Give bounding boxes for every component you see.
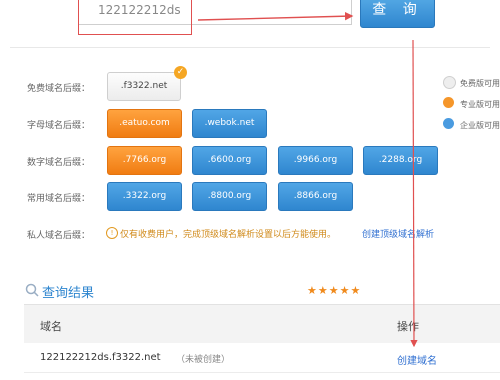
row-label-private: 私人域名后缀： bbox=[27, 231, 91, 241]
chip-webok-net[interactable]: .webok.net bbox=[192, 109, 267, 138]
row-label-common: 常用域名后缀： bbox=[27, 194, 91, 204]
result-status: （未被创建） bbox=[176, 355, 231, 365]
chip-9966-org[interactable]: .9966.org bbox=[278, 146, 353, 175]
arrow-to-create-domain bbox=[410, 39, 418, 348]
legend-free: 免费版可用 bbox=[460, 79, 500, 88]
legend-enterprise: 企业版可用 bbox=[460, 121, 500, 130]
chip-f3322-net[interactable]: .f3322.net bbox=[107, 72, 181, 101]
chip-8866-org[interactable]: .8866.org bbox=[278, 182, 353, 211]
chip-6600-org[interactable]: .6600.org bbox=[192, 146, 267, 175]
checkmark-icon: ✓ bbox=[174, 66, 187, 79]
annotation-highlight-box bbox=[78, 0, 192, 35]
search-icon bbox=[25, 283, 39, 297]
create-domain-link[interactable]: 创建域名 bbox=[397, 352, 437, 367]
chip-8800-org[interactable]: .8800.org bbox=[192, 182, 267, 211]
row-label-letter: 字母域名后缀： bbox=[27, 121, 91, 131]
results-table-header bbox=[24, 305, 500, 343]
info-icon: ! bbox=[106, 227, 118, 239]
column-header-domain: 域名 bbox=[40, 320, 62, 333]
legend-pro: 专业版可用 bbox=[460, 100, 500, 109]
private-notice: 仅有收费用户，完成顶级域名解析设置以后方能使用。 bbox=[120, 230, 337, 240]
chip-eatuo-com[interactable]: .eatuo.com bbox=[107, 109, 182, 138]
column-header-action: 操作 bbox=[397, 320, 419, 333]
chip-2288-org[interactable]: .2288.org bbox=[363, 146, 438, 175]
divider bbox=[24, 372, 500, 373]
search-button[interactable]: 查 询 bbox=[360, 0, 435, 28]
chip-3322-org[interactable]: .3322.org bbox=[107, 182, 182, 211]
row-label-free: 免费域名后缀： bbox=[27, 84, 91, 94]
legend-dot-enterprise bbox=[443, 118, 454, 129]
results-title: 查询结果 bbox=[42, 286, 95, 301]
chip-7766-org[interactable]: .7766.org bbox=[107, 146, 182, 175]
row-label-numeric: 数字域名后缀： bbox=[27, 158, 91, 168]
result-domain: 122122212ds.f3322.net bbox=[40, 352, 161, 363]
legend-dot-pro bbox=[443, 97, 454, 108]
divider bbox=[10, 47, 490, 48]
legend-dot-free bbox=[443, 76, 456, 89]
star-rating-icon: ★★★★★ bbox=[307, 284, 362, 297]
create-top-domain-link[interactable]: 创建顶级域名解析 bbox=[362, 227, 434, 240]
